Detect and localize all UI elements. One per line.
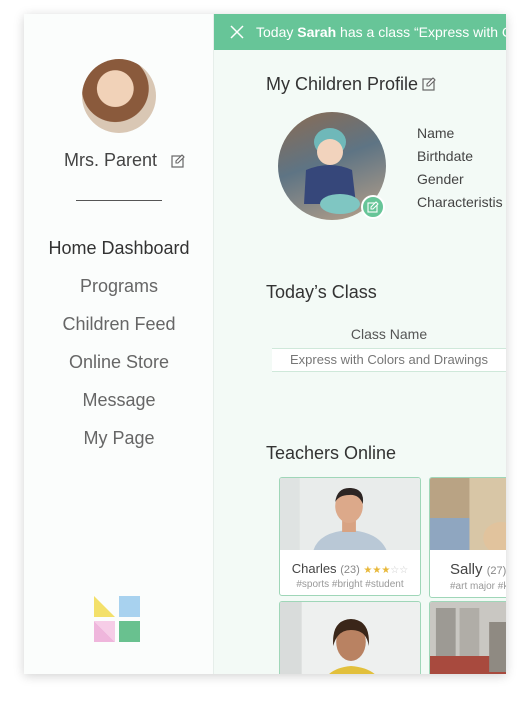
edit-photo-icon (367, 201, 379, 213)
teacher-name-line: Charles (23) ★★★☆☆ (280, 561, 420, 576)
teacher-name-line: Sally (27) (450, 561, 506, 578)
main-content: Today Sarah has a class “Express with C … (214, 14, 506, 674)
today-class-title: Today’s Class (266, 282, 377, 302)
teacher-name: Charles (291, 561, 337, 576)
edit-profile-icon[interactable] (171, 154, 185, 168)
teacher-card[interactable] (429, 601, 506, 674)
brand-logo (94, 596, 140, 642)
teacher-photo (430, 602, 506, 674)
close-icon[interactable] (230, 25, 244, 39)
star-filled-icon: ★ (372, 565, 382, 576)
teacher-card[interactable] (279, 601, 421, 674)
field-birthdate-label: Birthdate (417, 148, 474, 164)
teacher-tags: #sports #bright #student (296, 579, 404, 590)
divider (76, 200, 162, 201)
field-gender-label: Gender (417, 171, 464, 187)
teacher-card-sally[interactable]: Sally (27) #art major #k (429, 477, 506, 598)
rating-stars: ★★★☆☆ (363, 565, 408, 576)
notification-banner: Today Sarah has a class “Express with C (214, 14, 506, 50)
teacher-name: Sally (450, 561, 483, 578)
nav-my-page[interactable]: My Page (24, 426, 214, 464)
sidebar: Mrs. Parent Home Dashboard Programs Chil… (24, 14, 214, 674)
teacher-photo (280, 478, 420, 550)
nav-children-feed[interactable]: Children Feed (24, 312, 214, 350)
teacher-age: (23) (340, 564, 360, 576)
nav-programs[interactable]: Programs (24, 274, 214, 312)
star-empty-icon: ☆ (399, 565, 409, 576)
teacher-photo (280, 602, 420, 674)
app-frame: Mrs. Parent Home Dashboard Programs Chil… (24, 14, 506, 674)
field-characteristics-label: Characteristis (417, 194, 503, 210)
star-filled-icon: ★ (363, 565, 373, 576)
teacher-tags: #art major #k (450, 581, 506, 592)
star-empty-icon: ☆ (390, 565, 400, 576)
profile-title: My Children Profile (266, 74, 419, 94)
nav-message[interactable]: Message (24, 388, 214, 426)
teacher-age: (27) (486, 565, 506, 577)
field-name-label: Name (417, 125, 455, 141)
banner-message: Today Sarah has a class “Express with C (256, 24, 506, 40)
parent-name: Mrs. Parent (64, 150, 158, 170)
edit-children-icon[interactable] (422, 77, 436, 91)
avatar[interactable] (82, 59, 156, 133)
class-row[interactable]: Express with Colors and Drawings (272, 348, 506, 372)
star-filled-icon: ★ (381, 565, 391, 576)
teacher-photo (430, 478, 506, 554)
teacher-card-charles[interactable]: Charles (23) ★★★☆☆ #sports #bright #stud… (279, 477, 421, 596)
profile-fields: Name Birthdate Gender Characteristis (417, 122, 503, 214)
nav-home-dashboard[interactable]: Home Dashboard (24, 236, 214, 274)
change-photo-button[interactable] (361, 195, 385, 219)
class-name-header: Class Name (350, 326, 428, 342)
nav-online-store[interactable]: Online Store (24, 350, 214, 388)
main-nav: Home Dashboard Programs Children Feed On… (24, 236, 214, 464)
teachers-online-title: Teachers Online (266, 443, 397, 463)
